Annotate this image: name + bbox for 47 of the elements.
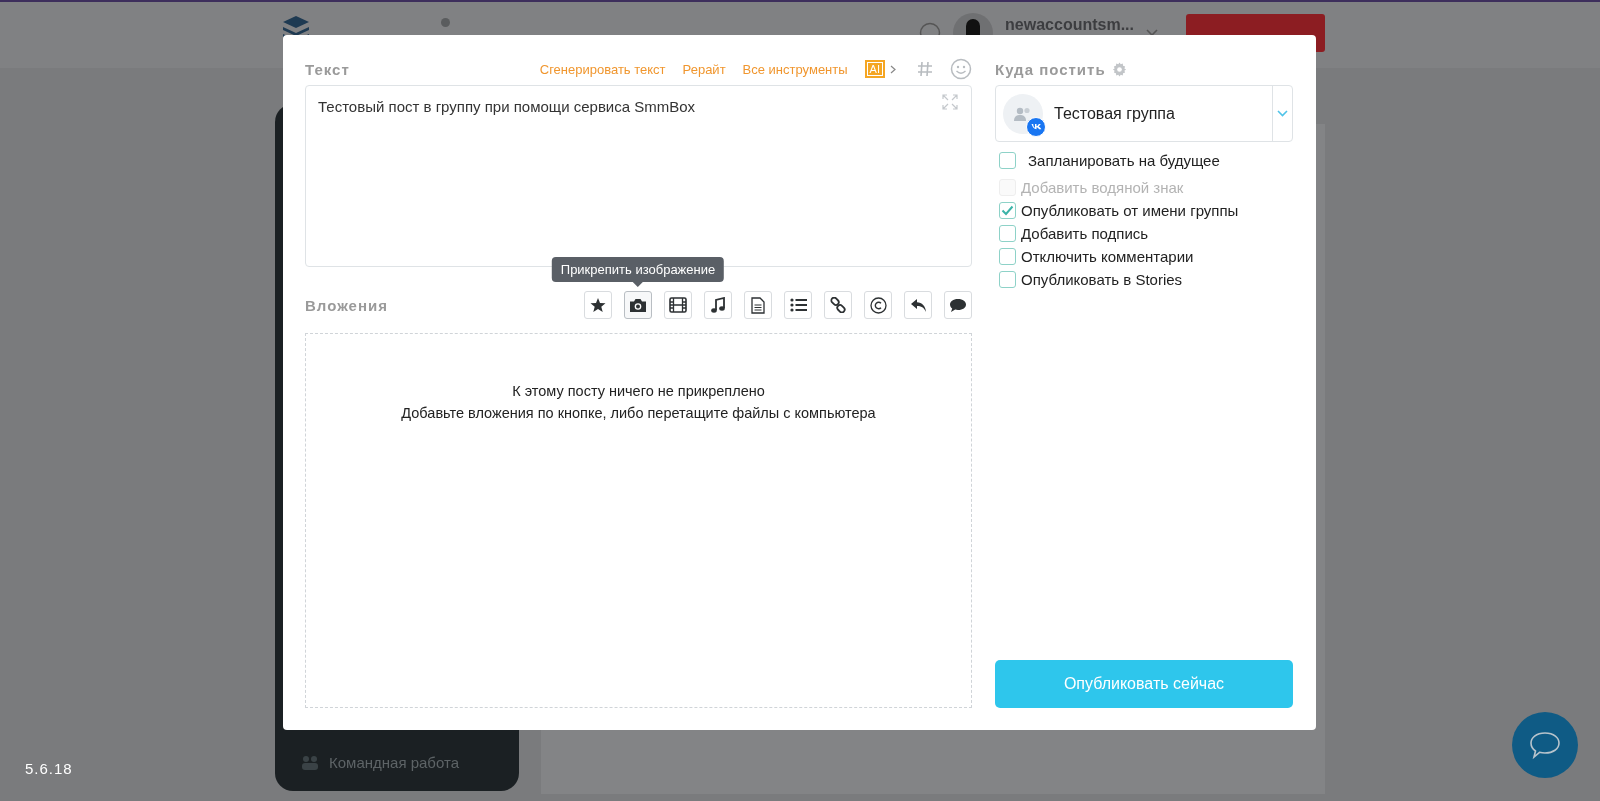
attachment-button[interactable]: [624, 291, 652, 319]
attachment-button[interactable]: [784, 291, 812, 319]
attachment-button[interactable]: [824, 291, 852, 319]
people-icon: [1013, 105, 1033, 122]
people-icon: [301, 754, 319, 771]
camera-icon: [629, 297, 647, 313]
version-label: 5.6.18: [25, 760, 73, 777]
drop-zone[interactable]: К этому посту ничего не прикреплено Добавьте вложения по кнопке, либо перетащите файлы с компьютера: [305, 333, 972, 708]
attachment-button[interactable]: [904, 291, 932, 319]
attachment-button[interactable]: [744, 291, 772, 319]
link-icon: [830, 297, 846, 313]
checkbox-label[interactable]: Отключить комментарии: [1021, 248, 1194, 265]
checkbox[interactable]: [999, 225, 1016, 242]
attachment-button[interactable]: [704, 291, 732, 319]
checkbox-label[interactable]: Добавить подпись: [1021, 225, 1149, 242]
attachment-button[interactable]: [584, 291, 612, 319]
film-icon: [669, 297, 687, 313]
checkbox-label[interactable]: Запланировать на будущее: [1028, 151, 1220, 169]
music-note-icon: [710, 296, 726, 314]
checkbox[interactable]: [999, 151, 1016, 169]
chevron-right-icon[interactable]: [890, 64, 896, 74]
chat-bubble-icon: [1528, 730, 1562, 760]
section-label: Текст: [305, 60, 350, 78]
section-label: Куда постить: [995, 60, 1106, 78]
checkbox[interactable]: [999, 271, 1016, 288]
empty-title: К этому посту ничего не прикреплено: [512, 382, 765, 401]
star-icon: [590, 297, 606, 313]
checkbox[interactable]: [999, 202, 1016, 219]
checkbox-label[interactable]: Опубликовать от имени группы: [1021, 202, 1239, 219]
chevron-down-icon[interactable]: [1146, 29, 1158, 37]
post-text: Тестовый пост в группу при помощи сервиса SmmBox: [318, 98, 696, 115]
speech-bubble-icon: [949, 297, 967, 313]
checkbox[interactable]: [999, 248, 1016, 265]
group-name: Тестовая группа: [1054, 104, 1176, 123]
attachment-button[interactable]: [944, 291, 972, 319]
status-dot-icon: [441, 17, 450, 27]
list-icon: [789, 298, 807, 312]
copyright-icon: [869, 296, 887, 314]
empty-hint: Добавьте вложения по кнопке, либо перетащите файлы с компьютера: [401, 404, 876, 423]
reply-arrow-icon: [909, 297, 927, 313]
section-label: Вложения: [305, 296, 388, 314]
attachment-button[interactable]: [664, 291, 692, 319]
group-select[interactable]: Тестовая группа: [995, 85, 1293, 142]
attachment-button[interactable]: [864, 291, 892, 319]
vk-badge-icon: [1026, 116, 1046, 137]
checkbox-label[interactable]: Опубликовать в Stories: [1021, 271, 1183, 288]
document-icon: [751, 296, 765, 314]
